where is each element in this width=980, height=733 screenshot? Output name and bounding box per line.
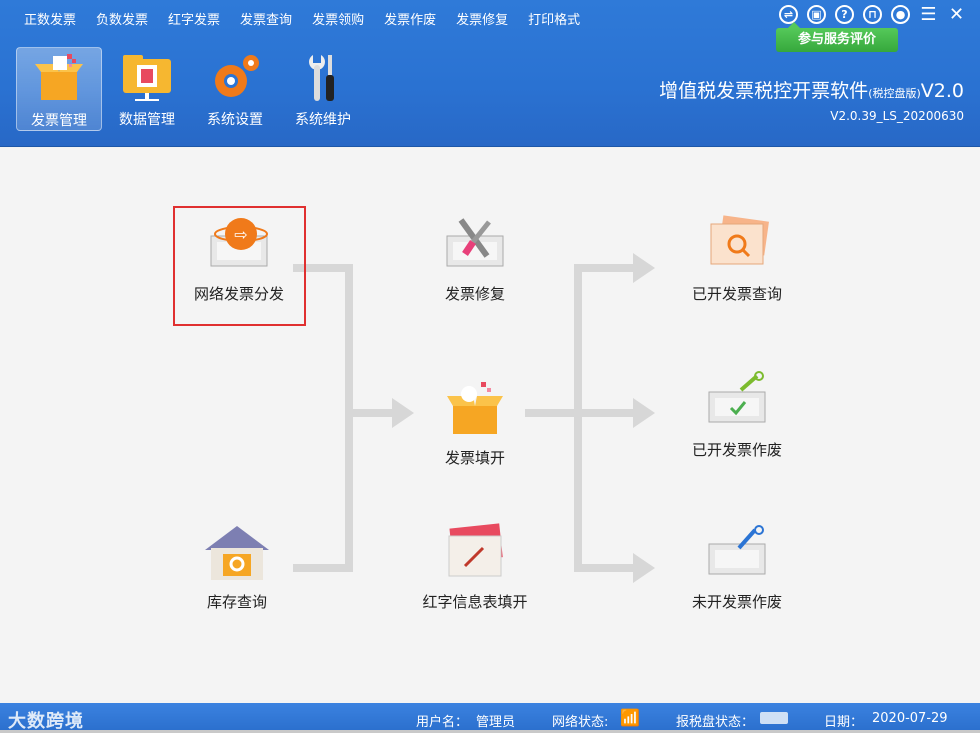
node-label: 发票填开 [444, 449, 505, 467]
menu-positive-invoice[interactable]: 正数发票 [14, 6, 86, 28]
menu-invoice-repair[interactable]: 发票修复 [446, 6, 518, 28]
brand-block: 增值税发票税控开票软件(税控盘版)V2.0 V2.0.39_LS_2020063… [659, 76, 964, 123]
repair-tools-icon [446, 218, 504, 267]
wifi-icon: 📶 [620, 708, 640, 727]
disk-status-label: 报税盘状态： [676, 715, 755, 730]
issued-invoice-void[interactable]: 已开发票作废 [672, 370, 802, 460]
toolbar-system-settings[interactable]: 系统设置 [192, 47, 278, 131]
status-bar: 大数跨境 用户名： 管理员 网络状态: 📶 报税盘状态： 日期： 2020-07… [0, 703, 980, 733]
date-label: 日期： [824, 715, 864, 730]
toolbar-label: 系统维护 [295, 112, 351, 128]
data-folder-icon [123, 55, 171, 101]
flow-canvas: ⇨ 网络发票分发 发票修复 已开发票查询 发票填开 已开发票作废 库存查询 红字… [0, 148, 980, 703]
build-version: V2.0.39_LS_20200630 [830, 109, 964, 123]
toolbar-invoice-management[interactable]: 发票管理 [16, 47, 102, 131]
node-label: 发票修复 [444, 285, 505, 303]
network-invoice-dispatch[interactable]: ⇨ 网络发票分发 [174, 214, 304, 304]
invoice-box-icon [447, 382, 503, 434]
scissors-check-icon [708, 371, 766, 423]
node-label: 未开发票作废 [691, 593, 782, 611]
toolbar-data-management[interactable]: 数据管理 [104, 47, 190, 131]
user-value: 管理员 [476, 715, 516, 730]
menu-icon[interactable]: ☰ [919, 5, 938, 24]
issued-invoice-query[interactable]: 已开发票查询 [672, 214, 802, 304]
stock-query[interactable]: 库存查询 [172, 522, 302, 612]
node-label: 红字信息表填开 [422, 593, 528, 611]
menu-print-format[interactable]: 打印格式 [518, 6, 590, 28]
invoice-repair[interactable]: 发票修复 [410, 214, 540, 304]
close-icon[interactable]: ✕ [947, 5, 966, 24]
toolbar-label: 发票管理 [31, 113, 87, 129]
help-icon[interactable]: ? [835, 5, 854, 24]
warehouse-search-icon [205, 526, 269, 580]
menu-red-invoice[interactable]: 红字发票 [158, 6, 230, 28]
node-label: 网络发票分发 [193, 285, 284, 303]
user-icon[interactable]: ● [891, 5, 910, 24]
date-value: 2020-07-29 [872, 711, 948, 726]
main-toolbar: 发票管理 数据管理 系统设置 系统维护 [16, 47, 366, 131]
node-label: 已开发票查询 [691, 285, 782, 303]
app-title: 增值税发票税控开票软件(税控盘版)V2.0 [659, 80, 964, 102]
gears-icon [215, 55, 259, 97]
menu-invoice-purchase[interactable]: 发票领购 [302, 6, 374, 28]
node-label: 库存查询 [206, 593, 267, 611]
node-label: 已开发票作废 [691, 441, 782, 459]
network-dispatch-icon: ⇨ [210, 218, 268, 267]
tools-icon [309, 55, 334, 101]
red-invoice-icon [448, 523, 503, 577]
user-label: 用户名： [416, 715, 469, 730]
window-controls: ⇌ ▣ ? ⊓ ● ☰ ✕ [779, 5, 966, 24]
invoice-box-icon [35, 54, 83, 100]
menu-invoice-query[interactable]: 发票查询 [230, 6, 302, 28]
menu-negative-invoice[interactable]: 负数发票 [86, 6, 158, 28]
app-header: 正数发票 负数发票 红字发票 发票查询 发票领购 发票作废 发票修复 打印格式 … [0, 0, 980, 147]
search-document-icon [710, 215, 769, 265]
svg-text:⇨: ⇨ [234, 225, 247, 244]
clipboard-icon[interactable]: ▣ [807, 5, 826, 24]
service-feedback-button[interactable]: 参与服务评价 [776, 22, 898, 52]
tax-disk-icon [760, 712, 788, 724]
menu-bar: 正数发票 负数发票 红字发票 发票查询 发票领购 发票作废 发票修复 打印格式 [14, 6, 590, 28]
toolbar-label: 数据管理 [119, 112, 175, 128]
toolbar-system-maintenance[interactable]: 系统维护 [280, 47, 366, 131]
lock-icon[interactable]: ⊓ [863, 5, 882, 24]
menu-invoice-void[interactable]: 发票作废 [374, 6, 446, 28]
invoice-fill-issue[interactable]: 发票填开 [410, 378, 540, 468]
red-info-form-fill[interactable]: 红字信息表填开 [410, 522, 540, 612]
toolbar-label: 系统设置 [207, 112, 263, 128]
network-status-label: 网络状态: [552, 715, 609, 730]
scissors-blank-icon [708, 525, 766, 575]
unissued-invoice-void[interactable]: 未开发票作废 [672, 522, 802, 612]
